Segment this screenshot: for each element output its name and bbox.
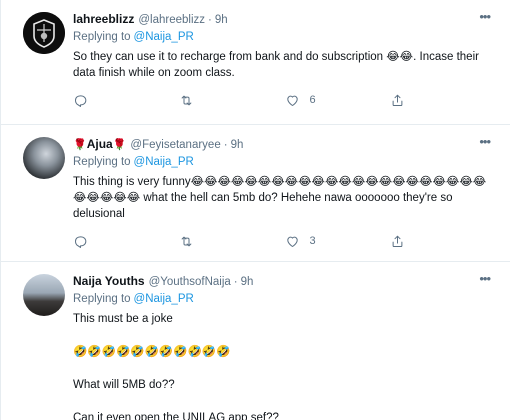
tweet-paragraph: Can it even open the UNILAG app sef?? — [73, 412, 279, 420]
avatar[interactable] — [23, 12, 65, 54]
separator-dot: · — [233, 276, 238, 288]
reply-button[interactable] — [73, 93, 179, 108]
tweet[interactable]: lahreeblizz @lahreeblizz · 9h ••• Replyi… — [1, 0, 510, 125]
tweet-header: Naija Youths @YouthsofNaija · 9h — [73, 274, 496, 290]
like-count: 3 — [309, 235, 316, 247]
reply-feed: lahreeblizz @lahreeblizz · 9h ••• Replyi… — [0, 0, 510, 420]
tweet-text: So they can use it to recharge from bank… — [73, 51, 479, 79]
more-options-icon[interactable]: ••• — [479, 10, 491, 23]
avatar[interactable] — [23, 274, 65, 316]
retweet-icon — [181, 95, 192, 105]
like-count: 6 — [309, 94, 316, 106]
timestamp[interactable]: 9h — [215, 13, 228, 28]
heart-icon — [286, 95, 298, 106]
tweet-paragraph: What will 5MB do?? — [73, 379, 175, 391]
reply-button[interactable] — [73, 234, 179, 249]
replying-to-link[interactable]: @Naija_PR — [134, 293, 194, 305]
user-handle[interactable]: @lahreeblizz — [138, 13, 205, 28]
replying-to-link[interactable]: @Naija_PR — [134, 31, 194, 43]
like-button[interactable]: 3 — [285, 234, 391, 249]
avatar[interactable] — [23, 137, 65, 179]
retweet-button[interactable] — [179, 234, 285, 249]
tweet[interactable]: 🌹 Ajua 🌹 @Feyisetanaryee · 9h ••• Replyi… — [1, 125, 510, 262]
tweet-header: 🌹 Ajua 🌹 @Feyisetanaryee · 9h — [73, 137, 496, 153]
timestamp[interactable]: 9h — [241, 275, 254, 290]
display-name[interactable]: lahreeblizz — [73, 12, 134, 27]
replying-to: Replying to @Naija_PR — [73, 292, 496, 307]
tweet-text: This thing is very funny😂😂😂😂😂😂😂😂😂😂😂😂😂😂😂😂… — [73, 176, 487, 220]
replying-to: Replying to @Naija_PR — [73, 155, 496, 170]
tweet-actions: 6 — [73, 81, 496, 119]
tweet-actions: 3 — [73, 222, 496, 260]
replying-to-link[interactable]: @Naija_PR — [134, 156, 194, 168]
tweet-header: lahreeblizz @lahreeblizz · 9h — [73, 12, 496, 28]
reply-icon — [75, 94, 87, 107]
club-crest-icon — [23, 12, 65, 54]
name-emoji-prefix: 🌹 — [73, 139, 87, 151]
user-handle[interactable]: @YouthsofNaija — [149, 275, 231, 290]
retweet-button[interactable] — [179, 93, 285, 108]
more-options-icon[interactable]: ••• — [479, 135, 491, 148]
tweet-text: This must be a joke 🤣🤣🤣🤣🤣🤣🤣🤣🤣🤣🤣 What wil… — [73, 311, 496, 420]
separator-dot: · — [223, 139, 228, 151]
more-options-icon[interactable]: ••• — [479, 272, 491, 285]
replying-to-label: Replying to — [73, 156, 131, 168]
replying-to-label: Replying to — [73, 293, 131, 305]
replying-to: Replying to @Naija_PR — [73, 30, 496, 45]
separator-dot: · — [208, 14, 212, 26]
retweet-icon — [181, 236, 192, 246]
tweet-paragraph: 🤣🤣🤣🤣🤣🤣🤣🤣🤣🤣🤣 — [73, 346, 231, 358]
like-button[interactable]: 6 — [285, 93, 391, 108]
name-emoji-suffix: 🌹 — [112, 139, 127, 151]
heart-icon — [286, 236, 298, 247]
share-button[interactable] — [390, 234, 496, 249]
timestamp[interactable]: 9h — [231, 138, 244, 153]
share-icon — [392, 94, 403, 106]
tweet-paragraph: This must be a joke — [73, 313, 173, 325]
share-button[interactable] — [390, 93, 496, 108]
replying-to-label: Replying to — [73, 31, 131, 43]
share-icon — [392, 235, 403, 247]
user-handle[interactable]: @Feyisetanaryee — [130, 138, 220, 153]
display-name[interactable]: Naija Youths — [73, 274, 145, 289]
reply-icon — [75, 235, 87, 248]
display-name[interactable]: Ajua — [87, 137, 113, 152]
tweet[interactable]: Naija Youths @YouthsofNaija · 9h ••• Rep… — [1, 262, 510, 420]
